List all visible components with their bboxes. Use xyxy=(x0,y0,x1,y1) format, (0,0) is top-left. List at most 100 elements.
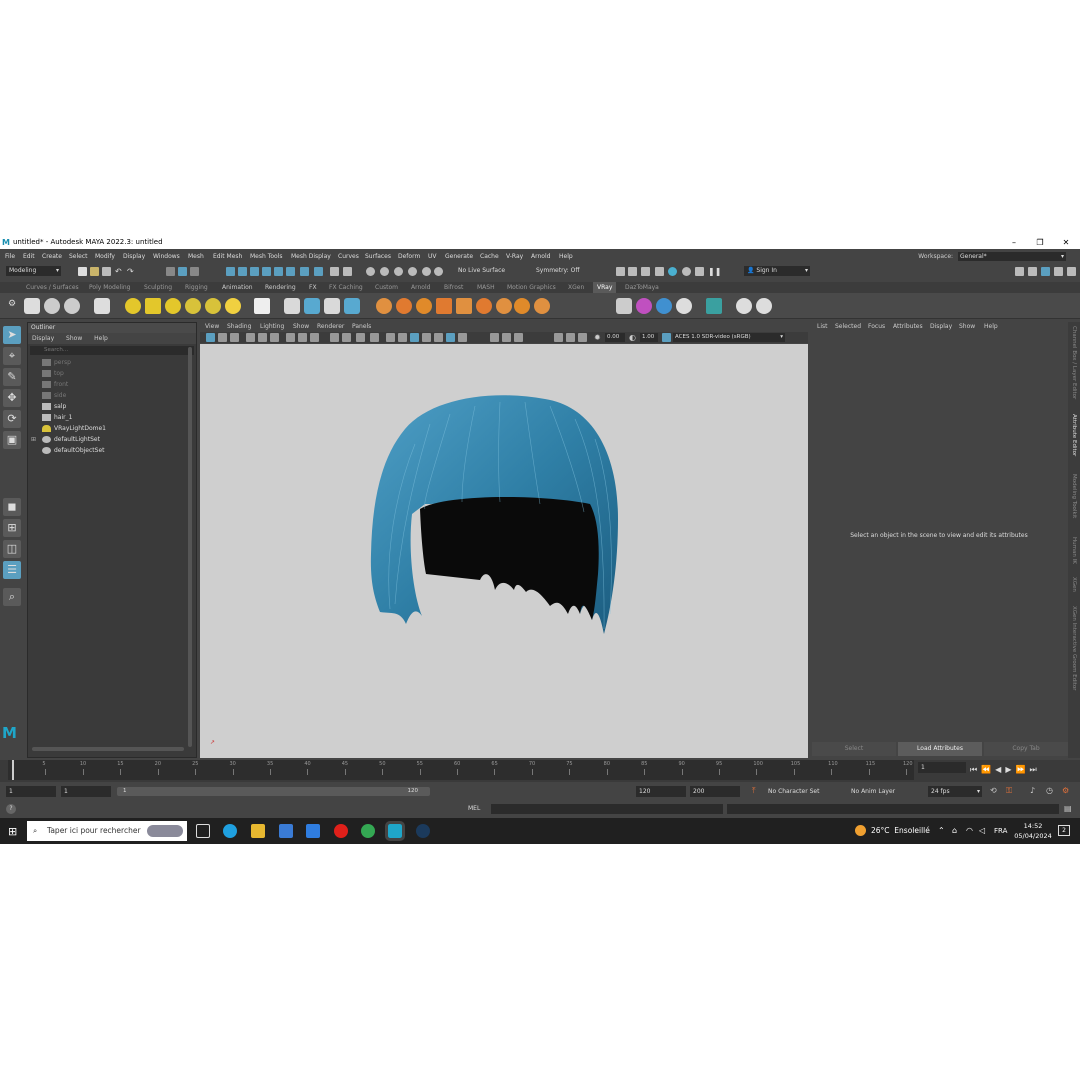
select-tool-icon[interactable]: ➤ xyxy=(3,326,21,344)
fur-icon[interactable] xyxy=(344,298,360,314)
shelf-tab-mash[interactable]: MASH xyxy=(477,282,495,293)
camera-select-icon[interactable] xyxy=(206,333,215,342)
menu-mesh-tools[interactable]: Mesh Tools xyxy=(250,251,282,262)
playback-speed-icon[interactable]: ◷ xyxy=(1046,786,1053,795)
menu-generate[interactable]: Generate xyxy=(445,251,473,262)
mode-dropdown[interactable]: Modeling ▾ xyxy=(6,266,61,276)
outliner-item-hair[interactable]: hair_1 xyxy=(42,412,72,423)
channel-box-icon[interactable] xyxy=(1067,267,1076,276)
hypershade-icon[interactable] xyxy=(668,267,677,276)
depth-of-field-icon[interactable] xyxy=(514,333,523,342)
viewport-3d[interactable]: ↗ xyxy=(200,344,808,758)
palette-icon[interactable] xyxy=(616,298,632,314)
menu-select[interactable]: Select xyxy=(69,251,88,262)
vray-render-icon[interactable] xyxy=(682,267,691,276)
vray-vfb-icon[interactable] xyxy=(64,298,80,314)
menu-cache[interactable]: Cache xyxy=(480,251,499,262)
snap-together-icon[interactable] xyxy=(380,267,389,276)
paint-icon[interactable] xyxy=(676,298,692,314)
side-tab-attribute-editor[interactable]: Attribute Editor xyxy=(1071,414,1077,456)
safe-area-icon[interactable] xyxy=(330,333,339,342)
shelf-tab-rendering[interactable]: Rendering xyxy=(265,282,296,293)
render-sequence-icon[interactable] xyxy=(628,267,637,276)
grease-pencil-icon[interactable] xyxy=(270,333,279,342)
side-tab-modeling-toolkit[interactable]: Modeling Toolkit xyxy=(1071,474,1077,518)
lasso-tool-icon[interactable]: ⌖ xyxy=(3,347,21,365)
smooth-shade-icon[interactable] xyxy=(398,333,407,342)
history-icon[interactable] xyxy=(343,267,352,276)
side-tab-human-ik[interactable]: Human IK xyxy=(1071,537,1077,564)
attr-menu-help[interactable]: Help xyxy=(984,322,998,332)
vray-vfb-icon[interactable] xyxy=(695,267,704,276)
textured-icon[interactable] xyxy=(422,333,431,342)
bookmark-icon[interactable] xyxy=(230,333,239,342)
script-language-button[interactable]: MEL xyxy=(468,804,480,814)
move-tool-icon[interactable]: ✥ xyxy=(3,389,21,407)
help-bulb-icon[interactable] xyxy=(736,298,752,314)
menu-help[interactable]: Help xyxy=(559,251,573,262)
undo-icon[interactable]: ↶ xyxy=(115,267,124,276)
snap-curve-icon[interactable] xyxy=(238,267,247,276)
copy-tab-button[interactable]: Copy Tab xyxy=(984,742,1068,756)
snap-live-icon[interactable] xyxy=(300,267,309,276)
start-time-field[interactable]: 1 xyxy=(6,786,56,797)
attr-menu-selected[interactable]: Selected xyxy=(835,322,861,332)
frame-all-icon[interactable] xyxy=(566,333,575,342)
snap-surface-icon[interactable] xyxy=(262,267,271,276)
decal-icon[interactable] xyxy=(436,298,452,314)
new-scene-icon[interactable] xyxy=(78,267,87,276)
menu-display[interactable]: Display xyxy=(123,251,145,262)
outliner-item-default-object-set[interactable]: defaultObjectSet xyxy=(42,445,105,456)
lock-icon[interactable] xyxy=(330,267,339,276)
frame-selected-icon[interactable] xyxy=(578,333,587,342)
ipr-render-icon[interactable] xyxy=(641,267,650,276)
shelf-tab-vray[interactable]: VRay xyxy=(593,282,617,293)
outliner-item-persp[interactable]: persp xyxy=(42,357,71,368)
animation-preferences-icon[interactable]: ⚙ xyxy=(1062,786,1069,795)
pause-icon[interactable]: ❚❚ xyxy=(708,267,721,276)
side-tab-xgen[interactable]: XGen xyxy=(1071,577,1077,592)
two-d-pan-icon[interactable] xyxy=(258,333,267,342)
show-hidden-icons-icon[interactable]: ⌃ xyxy=(938,818,945,844)
swatches-icon[interactable] xyxy=(656,298,672,314)
edge-icon[interactable] xyxy=(223,824,237,838)
snap-view-icon[interactable] xyxy=(286,267,295,276)
sign-in-dropdown[interactable]: 👤 Sign In ▾ xyxy=(744,266,810,276)
maya-taskbar-icon[interactable] xyxy=(385,821,405,841)
camera-attributes-icon[interactable] xyxy=(218,333,227,342)
clipper-icon[interactable] xyxy=(496,298,512,314)
viewport-menu-panels[interactable]: Panels xyxy=(352,322,371,332)
vray-ipr-icon[interactable] xyxy=(44,298,60,314)
time-ruler[interactable]: 5 10 15 20 25 30 35 40 45 50 55 60 65 70 75 80 85 90 95 100… xyxy=(8,760,914,780)
isolate-select-icon[interactable] xyxy=(554,333,563,342)
export-proxy-icon[interactable] xyxy=(304,298,320,314)
menu-vray[interactable]: V-Ray xyxy=(506,251,523,262)
menu-create[interactable]: Create xyxy=(42,251,62,262)
file-explorer-icon[interactable] xyxy=(251,824,265,838)
snap-vertex-icon[interactable] xyxy=(422,267,431,276)
outliner-item-salp[interactable]: salp xyxy=(42,401,66,412)
resolution-gate-icon[interactable] xyxy=(310,333,319,342)
fps-dropdown[interactable]: 24 fps ▾ xyxy=(928,786,982,797)
magnet-icon[interactable] xyxy=(366,267,375,276)
outliner-menu-help[interactable]: Help xyxy=(94,335,108,342)
rotate-tool-icon[interactable]: ⟳ xyxy=(3,410,21,428)
outliner-layout-icon[interactable]: ☰ xyxy=(3,561,21,579)
opera-icon[interactable] xyxy=(334,824,348,838)
network-icon[interactable]: ⌂ xyxy=(952,818,957,844)
rect-light-icon[interactable] xyxy=(145,298,161,314)
viewport-menu-view[interactable]: View xyxy=(205,322,219,332)
plane-icon[interactable] xyxy=(254,298,270,314)
sound-icon[interactable]: ♪ xyxy=(1030,786,1035,795)
color-sphere-icon[interactable] xyxy=(636,298,652,314)
step-back-icon[interactable]: ◀ xyxy=(995,765,1005,774)
end-time-field[interactable]: 200 xyxy=(690,786,740,797)
exposure-field[interactable]: 0.00 xyxy=(605,333,625,342)
select-button[interactable]: Select xyxy=(812,742,896,756)
menu-edit-mesh[interactable]: Edit Mesh xyxy=(213,251,242,262)
outliner-vertical-scrollbar[interactable] xyxy=(188,347,192,747)
menu-arnold[interactable]: Arnold xyxy=(531,251,550,262)
attr-menu-focus[interactable]: Focus xyxy=(868,322,885,332)
snap-plane-icon[interactable] xyxy=(274,267,283,276)
close-button[interactable]: ✕ xyxy=(1056,236,1076,249)
